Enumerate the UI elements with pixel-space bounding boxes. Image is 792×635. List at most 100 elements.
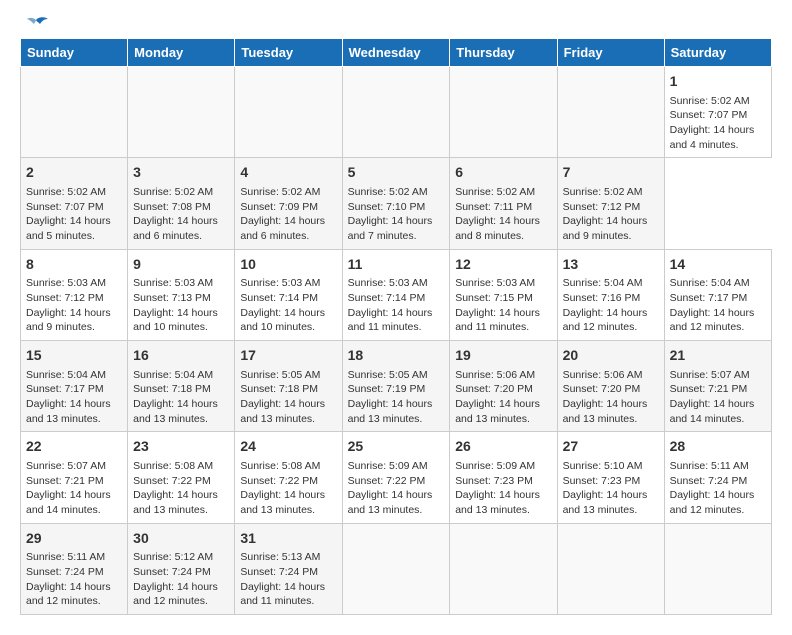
day-number: 15	[26, 346, 122, 366]
sunrise-time: Sunrise: 5:06 AM	[563, 369, 643, 381]
logo	[20, 20, 50, 28]
day-number: 2	[26, 163, 122, 183]
day-number: 29	[26, 529, 122, 549]
daylight-hours: Daylight: 14 hours and 8 minutes.	[455, 215, 540, 242]
sunset-time: Sunset: 7:24 PM	[26, 566, 104, 578]
calendar-day-27: 27 Sunrise: 5:10 AM Sunset: 7:23 PM Dayl…	[557, 432, 664, 523]
calendar-day-14: 14 Sunrise: 5:04 AM Sunset: 7:17 PM Dayl…	[664, 249, 771, 340]
sunrise-time: Sunrise: 5:11 AM	[670, 460, 749, 472]
daylight-hours: Daylight: 14 hours and 13 minutes.	[348, 489, 433, 516]
page-header	[20, 20, 772, 28]
calendar-day-24: 24 Sunrise: 5:08 AM Sunset: 7:22 PM Dayl…	[235, 432, 342, 523]
daylight-hours: Daylight: 14 hours and 6 minutes.	[240, 215, 325, 242]
day-number: 4	[240, 163, 336, 183]
daylight-hours: Daylight: 14 hours and 12 minutes.	[670, 307, 755, 334]
sunset-time: Sunset: 7:22 PM	[133, 475, 211, 487]
calendar-day-16: 16 Sunrise: 5:04 AM Sunset: 7:18 PM Dayl…	[128, 341, 235, 432]
daylight-hours: Daylight: 14 hours and 13 minutes.	[133, 489, 218, 516]
daylight-hours: Daylight: 14 hours and 12 minutes.	[670, 489, 755, 516]
sunrise-time: Sunrise: 5:02 AM	[563, 186, 643, 198]
sunset-time: Sunset: 7:20 PM	[455, 383, 533, 395]
sunset-time: Sunset: 7:15 PM	[455, 292, 533, 304]
calendar-day-28: 28 Sunrise: 5:11 AM Sunset: 7:24 PM Dayl…	[664, 432, 771, 523]
column-header-monday: Monday	[128, 39, 235, 67]
sunset-time: Sunset: 7:08 PM	[133, 201, 211, 213]
day-number: 23	[133, 437, 229, 457]
day-number: 28	[670, 437, 766, 457]
empty-cell	[128, 67, 235, 158]
calendar-day-30: 30 Sunrise: 5:12 AM Sunset: 7:24 PM Dayl…	[128, 523, 235, 614]
sunrise-time: Sunrise: 5:04 AM	[563, 277, 643, 289]
sunset-time: Sunset: 7:17 PM	[26, 383, 104, 395]
sunset-time: Sunset: 7:12 PM	[563, 201, 641, 213]
daylight-hours: Daylight: 14 hours and 10 minutes.	[240, 307, 325, 334]
day-number: 31	[240, 529, 336, 549]
sunrise-time: Sunrise: 5:06 AM	[455, 369, 535, 381]
day-number: 10	[240, 255, 336, 275]
daylight-hours: Daylight: 14 hours and 12 minutes.	[133, 581, 218, 608]
sunrise-time: Sunrise: 5:09 AM	[455, 460, 535, 472]
empty-cell	[21, 67, 128, 158]
empty-cell	[557, 67, 664, 158]
column-header-wednesday: Wednesday	[342, 39, 450, 67]
daylight-hours: Daylight: 14 hours and 13 minutes.	[26, 398, 111, 425]
day-number: 8	[26, 255, 122, 275]
sunrise-time: Sunrise: 5:03 AM	[348, 277, 428, 289]
day-number: 17	[240, 346, 336, 366]
daylight-hours: Daylight: 14 hours and 11 minutes.	[240, 581, 325, 608]
daylight-hours: Daylight: 14 hours and 14 minutes.	[26, 489, 111, 516]
daylight-hours: Daylight: 14 hours and 7 minutes.	[348, 215, 433, 242]
empty-cell	[450, 67, 557, 158]
sunrise-time: Sunrise: 5:08 AM	[133, 460, 213, 472]
sunset-time: Sunset: 7:24 PM	[240, 566, 318, 578]
day-number: 3	[133, 163, 229, 183]
sunset-time: Sunset: 7:20 PM	[563, 383, 641, 395]
calendar-header-row: SundayMondayTuesdayWednesdayThursdayFrid…	[21, 39, 772, 67]
sunset-time: Sunset: 7:21 PM	[670, 383, 748, 395]
sunset-time: Sunset: 7:22 PM	[348, 475, 426, 487]
calendar-day-23: 23 Sunrise: 5:08 AM Sunset: 7:22 PM Dayl…	[128, 432, 235, 523]
calendar-day-29: 29 Sunrise: 5:11 AM Sunset: 7:24 PM Dayl…	[21, 523, 128, 614]
calendar-day-17: 17 Sunrise: 5:05 AM Sunset: 7:18 PM Dayl…	[235, 341, 342, 432]
daylight-hours: Daylight: 14 hours and 12 minutes.	[26, 581, 111, 608]
day-number: 20	[563, 346, 659, 366]
day-number: 11	[348, 255, 445, 275]
sunrise-time: Sunrise: 5:02 AM	[26, 186, 106, 198]
sunrise-time: Sunrise: 5:08 AM	[240, 460, 320, 472]
sunrise-time: Sunrise: 5:09 AM	[348, 460, 428, 472]
sunset-time: Sunset: 7:09 PM	[240, 201, 318, 213]
daylight-hours: Daylight: 14 hours and 13 minutes.	[563, 489, 648, 516]
calendar-day-31: 31 Sunrise: 5:13 AM Sunset: 7:24 PM Dayl…	[235, 523, 342, 614]
calendar-day-7: 7 Sunrise: 5:02 AM Sunset: 7:12 PM Dayli…	[557, 158, 664, 249]
column-header-tuesday: Tuesday	[235, 39, 342, 67]
calendar-day-18: 18 Sunrise: 5:05 AM Sunset: 7:19 PM Dayl…	[342, 341, 450, 432]
day-number: 22	[26, 437, 122, 457]
day-number: 16	[133, 346, 229, 366]
daylight-hours: Daylight: 14 hours and 13 minutes.	[240, 489, 325, 516]
calendar-week-3: 8 Sunrise: 5:03 AM Sunset: 7:12 PM Dayli…	[21, 249, 772, 340]
sunrise-time: Sunrise: 5:03 AM	[133, 277, 213, 289]
daylight-hours: Daylight: 14 hours and 13 minutes.	[133, 398, 218, 425]
day-number: 14	[670, 255, 766, 275]
sunset-time: Sunset: 7:19 PM	[348, 383, 426, 395]
sunrise-time: Sunrise: 5:03 AM	[240, 277, 320, 289]
empty-cell	[342, 523, 450, 614]
sunrise-time: Sunrise: 5:11 AM	[26, 551, 105, 563]
daylight-hours: Daylight: 14 hours and 13 minutes.	[455, 398, 540, 425]
sunset-time: Sunset: 7:07 PM	[670, 109, 748, 121]
sunrise-time: Sunrise: 5:04 AM	[26, 369, 106, 381]
sunrise-time: Sunrise: 5:05 AM	[240, 369, 320, 381]
sunrise-time: Sunrise: 5:03 AM	[26, 277, 106, 289]
day-number: 26	[455, 437, 551, 457]
sunset-time: Sunset: 7:18 PM	[240, 383, 318, 395]
calendar-week-1: 1 Sunrise: 5:02 AM Sunset: 7:07 PM Dayli…	[21, 67, 772, 158]
calendar-day-11: 11 Sunrise: 5:03 AM Sunset: 7:14 PM Dayl…	[342, 249, 450, 340]
day-number: 5	[348, 163, 445, 183]
daylight-hours: Daylight: 14 hours and 13 minutes.	[563, 398, 648, 425]
calendar-day-19: 19 Sunrise: 5:06 AM Sunset: 7:20 PM Dayl…	[450, 341, 557, 432]
calendar-day-5: 5 Sunrise: 5:02 AM Sunset: 7:10 PM Dayli…	[342, 158, 450, 249]
calendar-day-4: 4 Sunrise: 5:02 AM Sunset: 7:09 PM Dayli…	[235, 158, 342, 249]
sunset-time: Sunset: 7:23 PM	[563, 475, 641, 487]
column-header-saturday: Saturday	[664, 39, 771, 67]
sunrise-time: Sunrise: 5:13 AM	[240, 551, 320, 563]
